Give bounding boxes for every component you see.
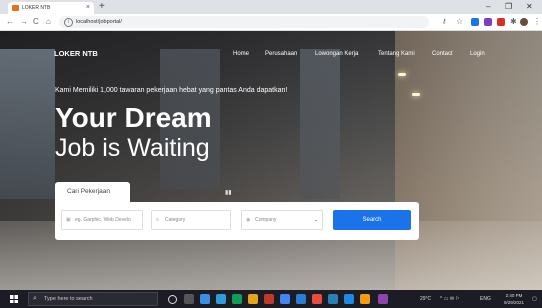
cortana-icon[interactable]: [168, 295, 177, 304]
app-icon[interactable]: [312, 294, 322, 304]
back-icon[interactable]: ←: [6, 15, 14, 29]
url-text: localhost/jobportal/: [76, 19, 122, 25]
ceiling-light: [412, 93, 420, 96]
chevron-down-icon: ⌄: [313, 217, 318, 223]
company-placeholder: Company: [255, 217, 277, 223]
tab-close-icon[interactable]: ×: [86, 2, 90, 13]
app-icon[interactable]: [328, 294, 338, 304]
nav-tentang-kami[interactable]: Tentang Kami: [378, 47, 415, 61]
nav-perusahaan[interactable]: Perusahaan: [265, 47, 297, 61]
windows-start-icon[interactable]: [10, 295, 18, 303]
nav-home[interactable]: Home: [233, 47, 249, 61]
extensions-puzzle-icon[interactable]: ✱: [510, 15, 517, 29]
app-icon[interactable]: [216, 294, 226, 304]
new-tab-button[interactable]: +: [99, 1, 105, 13]
hero-subheadline: Job is Waiting: [55, 134, 210, 162]
location-pin-icon: ◉: [246, 217, 251, 223]
keyword-input[interactable]: ▣ eg. Garphic. Web Develo: [61, 210, 143, 230]
weather-text[interactable]: 29°C: [420, 290, 431, 308]
clock-time: 2:40 PM: [505, 293, 523, 298]
background-window: [0, 49, 55, 199]
app-icon[interactable]: [360, 294, 370, 304]
search-tab[interactable]: Cari Pekerjaan: [55, 182, 130, 202]
category-placeholder: Category: [165, 217, 186, 223]
grid-icon: ▮▮: [225, 190, 232, 196]
favicon-icon: [12, 5, 19, 11]
extension-icon[interactable]: [471, 18, 479, 26]
edge-icon[interactable]: [200, 294, 210, 304]
notification-icon[interactable]: ▢: [532, 290, 537, 308]
search-icon: ⌕: [33, 295, 37, 302]
nav-contact[interactable]: Contact: [432, 47, 453, 61]
browser-tab[interactable]: LOKER NTB ×: [8, 2, 94, 14]
job-search-panel: ▣ eg. Garphic. Web Develo ≡ Category ◉ C…: [55, 202, 419, 240]
search-button[interactable]: Search: [333, 210, 411, 230]
company-select[interactable]: ◉ Company ⌄: [241, 210, 323, 230]
extension-icon[interactable]: [484, 18, 492, 26]
hero-section: LOKER NTB Home Perusahaan Lowongan Kerja…: [0, 31, 542, 290]
taskbar-clock[interactable]: 2:40 PM 9/29/2021: [500, 292, 528, 306]
clock-date: 9/29/2021: [503, 300, 525, 305]
language-indicator[interactable]: ENG: [480, 290, 491, 308]
home-icon[interactable]: ⌂: [46, 15, 51, 29]
taskbar-search-placeholder: Type here to search: [44, 296, 93, 302]
chrome-icon[interactable]: [280, 294, 290, 304]
site-logo[interactable]: LOKER NTB: [54, 47, 98, 61]
restore-button[interactable]: ❐: [505, 1, 512, 13]
hero-tagline: Kami Memiliki 1,000 tawaran pekerjaan he…: [55, 87, 288, 94]
ceiling-light: [398, 73, 406, 76]
app-icon[interactable]: [378, 294, 388, 304]
forward-icon[interactable]: →: [20, 15, 28, 29]
reload-icon[interactable]: C: [33, 15, 39, 29]
tab-title: LOKER NTB: [22, 5, 51, 11]
search-tab-label: Cari Pekerjaan: [67, 188, 110, 195]
address-bar-row: ← → C ⌂ i localhost/jobportal/ ⚷ ☆ ✱ ⋮: [0, 14, 542, 31]
nav-login[interactable]: Login: [470, 47, 485, 61]
site-info-icon[interactable]: i: [64, 18, 73, 27]
browser-tab-strip: LOKER NTB × + – ❐ ✕: [0, 0, 542, 14]
key-icon[interactable]: ⚷: [442, 15, 446, 29]
file-explorer-icon[interactable]: [248, 294, 258, 304]
bookmark-star-icon[interactable]: ☆: [456, 15, 463, 29]
browser-menu-icon[interactable]: ⋮: [533, 15, 541, 29]
tray-icons[interactable]: ^ ▭ ✉ ⚐: [440, 290, 460, 308]
profile-avatar[interactable]: [520, 18, 528, 26]
close-window-button[interactable]: ✕: [526, 1, 533, 13]
hero-headline: Your Dream: [55, 102, 212, 133]
keyword-placeholder: eg. Garphic. Web Develo: [75, 217, 131, 223]
extension-icon[interactable]: [497, 18, 505, 26]
background-window: [300, 49, 340, 199]
minimize-button[interactable]: –: [486, 1, 490, 13]
briefcase-icon: ▣: [66, 217, 71, 223]
vscode-icon[interactable]: [296, 294, 306, 304]
app-icon[interactable]: [232, 294, 242, 304]
category-select[interactable]: ≡ Category: [151, 210, 231, 230]
nav-lowongan-kerja[interactable]: Lowongan Kerja: [315, 47, 358, 61]
app-icon[interactable]: [264, 294, 274, 304]
taskbar-search-input[interactable]: ⌕ Type here to search: [28, 292, 158, 306]
app-icon[interactable]: [344, 294, 354, 304]
list-icon: ≡: [156, 217, 159, 223]
task-view-icon[interactable]: [184, 294, 194, 304]
windows-taskbar: ⌕ Type here to search 29°C ^ ▭ ✉ ⚐ ENG 2…: [0, 290, 542, 308]
site-navbar: LOKER NTB Home Perusahaan Lowongan Kerja…: [0, 47, 542, 61]
url-input[interactable]: i localhost/jobportal/: [59, 16, 429, 28]
